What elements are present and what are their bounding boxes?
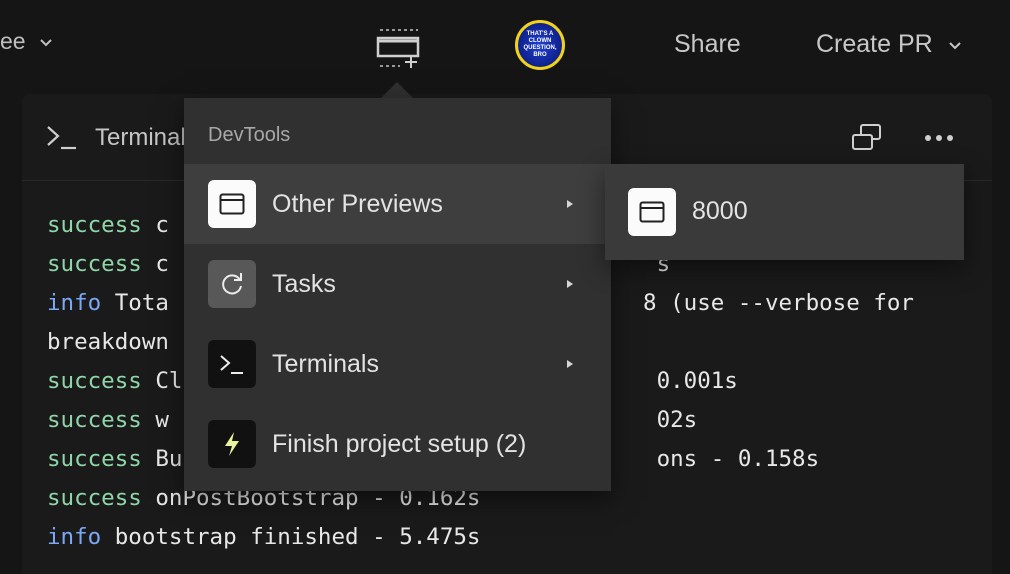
menu-item-label: Finish project setup (2) bbox=[272, 429, 527, 458]
branch-selector[interactable]: ee bbox=[0, 28, 54, 55]
chevron-down-icon bbox=[949, 41, 961, 49]
more-icon[interactable] bbox=[924, 134, 954, 142]
submenu-arrow-icon bbox=[567, 280, 573, 288]
log-level: success bbox=[47, 446, 142, 472]
add-preview-icon[interactable] bbox=[374, 26, 422, 70]
log-level: success bbox=[47, 251, 142, 277]
log-text: c bbox=[141, 212, 169, 238]
window-icon bbox=[628, 188, 676, 236]
menu-item-label: Other Previews bbox=[272, 189, 443, 218]
menu-item-label: Tasks bbox=[272, 269, 336, 298]
avatar-text: THAT'S A CLOWN QUESTION, BRO bbox=[523, 31, 557, 58]
log-level: success bbox=[47, 212, 142, 238]
lightning-icon bbox=[208, 420, 256, 468]
log-level: success bbox=[47, 368, 142, 394]
log-level: success bbox=[47, 407, 142, 433]
submenu-arrow-icon bbox=[567, 360, 573, 368]
menu-item-tasks[interactable]: Tasks bbox=[184, 244, 611, 324]
menu-item-terminals[interactable]: Terminals bbox=[184, 324, 611, 404]
other-previews-submenu: 8000 bbox=[605, 164, 964, 260]
terminal-icon bbox=[208, 340, 256, 388]
log-level: info bbox=[47, 524, 102, 550]
devtools-menu: DevTools Other Previews Tasks Terminals … bbox=[184, 98, 611, 491]
chevron-down-icon bbox=[39, 38, 52, 46]
submenu-arrow-icon bbox=[567, 200, 573, 208]
window-icon bbox=[208, 180, 256, 228]
log-text: breakdown bbox=[47, 329, 169, 355]
copy-icon[interactable] bbox=[851, 123, 883, 153]
log-level: info bbox=[47, 290, 102, 316]
terminal-prompt-icon bbox=[47, 126, 76, 150]
menu-item-finish-setup[interactable]: Finish project setup (2) bbox=[184, 404, 611, 484]
menu-caret bbox=[381, 82, 413, 98]
avatar[interactable]: THAT'S A CLOWN QUESTION, BRO bbox=[515, 20, 565, 70]
submenu-item-label: 8000 bbox=[692, 197, 748, 225]
menu-item-other-previews[interactable]: Other Previews bbox=[184, 164, 611, 244]
log-level: success bbox=[47, 485, 142, 511]
menu-item-label: Terminals bbox=[272, 349, 379, 378]
share-label: Share bbox=[674, 30, 741, 58]
terminal-panel-title: Terminal bbox=[95, 124, 186, 151]
create-pr-label: Create PR bbox=[816, 30, 933, 58]
submenu-item-8000[interactable]: 8000 bbox=[605, 164, 964, 260]
refresh-icon bbox=[208, 260, 256, 308]
terminal-line: info bootstrap finished - 5.475s bbox=[47, 518, 914, 557]
log-text: bootstrap finished - 5.475s bbox=[101, 524, 481, 550]
menu-heading: DevTools bbox=[208, 124, 291, 146]
top-bar: ee THAT'S A CLOWN QUESTION, BRO Share Cr… bbox=[0, 0, 1010, 92]
share-button[interactable]: Share bbox=[674, 30, 741, 59]
branch-label: ee bbox=[0, 28, 26, 54]
create-pr-button[interactable]: Create PR bbox=[816, 30, 963, 59]
